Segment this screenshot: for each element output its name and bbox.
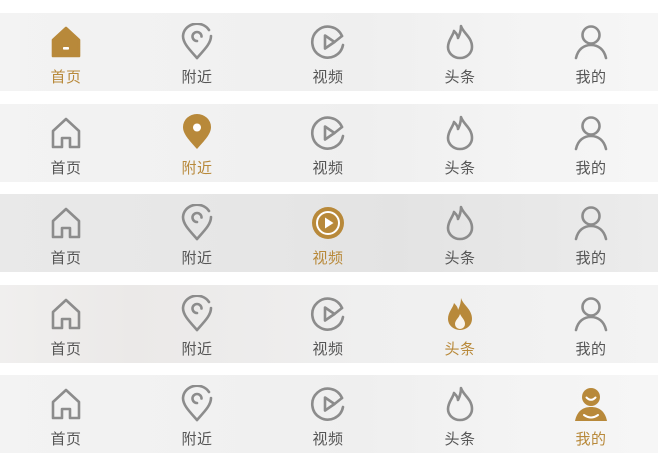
flame-icon xyxy=(441,385,479,423)
flame-icon xyxy=(441,295,479,333)
tab-label: 附近 xyxy=(181,249,213,267)
tab-label: 附近 xyxy=(181,340,213,358)
user-icon xyxy=(572,385,610,423)
tabbar: 首页 附近 视频 头条 我的 xyxy=(0,13,658,91)
user-icon xyxy=(572,114,610,152)
tab-location-pin[interactable]: 附近 xyxy=(137,285,257,363)
tab-location-pin[interactable]: 附近 xyxy=(137,375,257,453)
tab-label: 视频 xyxy=(312,68,344,86)
location-pin-icon xyxy=(178,295,216,333)
flame-icon xyxy=(441,114,479,152)
location-pin-icon xyxy=(178,385,216,423)
home-icon xyxy=(47,114,85,152)
tab-location-pin[interactable]: 附近 xyxy=(137,13,257,91)
tab-home[interactable]: 首页 xyxy=(6,285,126,363)
tab-user[interactable]: 我的 xyxy=(531,13,651,91)
flame-icon xyxy=(441,23,479,61)
tab-label: 我的 xyxy=(575,249,607,267)
tab-label: 视频 xyxy=(312,159,344,177)
tab-video-play[interactable]: 视频 xyxy=(268,375,388,453)
tab-label: 头条 xyxy=(444,68,476,86)
tab-user[interactable]: 我的 xyxy=(531,104,651,182)
tab-video-play[interactable]: 视频 xyxy=(268,194,388,272)
tabbar: 首页 附近 视频 头条 我的 xyxy=(0,104,658,182)
user-icon xyxy=(572,23,610,61)
tab-label: 头条 xyxy=(444,430,476,448)
tabbar: 首页 附近 视频 头条 我的 xyxy=(0,285,658,363)
home-icon xyxy=(47,204,85,242)
tab-label: 视频 xyxy=(312,430,344,448)
tab-label: 附近 xyxy=(181,68,213,86)
tab-flame[interactable]: 头条 xyxy=(400,104,520,182)
tabbar: 首页 附近 视频 头条 我的 xyxy=(0,194,658,272)
location-pin-icon xyxy=(178,204,216,242)
tab-home[interactable]: 首页 xyxy=(6,194,126,272)
tab-label: 首页 xyxy=(50,68,82,86)
tab-label: 我的 xyxy=(575,159,607,177)
video-play-icon xyxy=(309,23,347,61)
tab-flame[interactable]: 头条 xyxy=(400,285,520,363)
tab-label: 我的 xyxy=(575,68,607,86)
location-pin-icon xyxy=(178,23,216,61)
home-icon xyxy=(47,295,85,333)
tab-label: 头条 xyxy=(444,249,476,267)
tab-label: 首页 xyxy=(50,340,82,358)
tab-flame[interactable]: 头条 xyxy=(400,13,520,91)
tab-video-play[interactable]: 视频 xyxy=(268,285,388,363)
user-icon xyxy=(572,204,610,242)
tab-label: 视频 xyxy=(312,249,344,267)
video-play-icon xyxy=(309,295,347,333)
tab-label: 附近 xyxy=(181,159,213,177)
tab-flame[interactable]: 头条 xyxy=(400,375,520,453)
tab-user[interactable]: 我的 xyxy=(531,194,651,272)
tab-label: 我的 xyxy=(575,340,607,358)
tabbar: 首页 附近 视频 头条 我的 xyxy=(0,375,658,453)
video-play-icon xyxy=(309,114,347,152)
tab-label: 首页 xyxy=(50,430,82,448)
tab-label: 首页 xyxy=(50,249,82,267)
tab-label: 附近 xyxy=(181,430,213,448)
tab-video-play[interactable]: 视频 xyxy=(268,13,388,91)
video-play-icon xyxy=(309,385,347,423)
home-icon xyxy=(47,385,85,423)
location-pin-icon xyxy=(178,114,216,152)
tab-label: 头条 xyxy=(444,159,476,177)
tab-label: 我的 xyxy=(575,430,607,448)
user-icon xyxy=(572,295,610,333)
home-icon xyxy=(47,23,85,61)
tab-user[interactable]: 我的 xyxy=(531,375,651,453)
tab-location-pin[interactable]: 附近 xyxy=(137,194,257,272)
tab-user[interactable]: 我的 xyxy=(531,285,651,363)
flame-icon xyxy=(441,204,479,242)
video-play-icon xyxy=(309,204,347,242)
tab-home[interactable]: 首页 xyxy=(6,104,126,182)
tab-label: 首页 xyxy=(50,159,82,177)
tab-home[interactable]: 首页 xyxy=(6,375,126,453)
tab-label: 头条 xyxy=(444,340,476,358)
tab-flame[interactable]: 头条 xyxy=(400,194,520,272)
tab-video-play[interactable]: 视频 xyxy=(268,104,388,182)
tab-label: 视频 xyxy=(312,340,344,358)
tab-location-pin[interactable]: 附近 xyxy=(137,104,257,182)
tab-home[interactable]: 首页 xyxy=(6,13,126,91)
